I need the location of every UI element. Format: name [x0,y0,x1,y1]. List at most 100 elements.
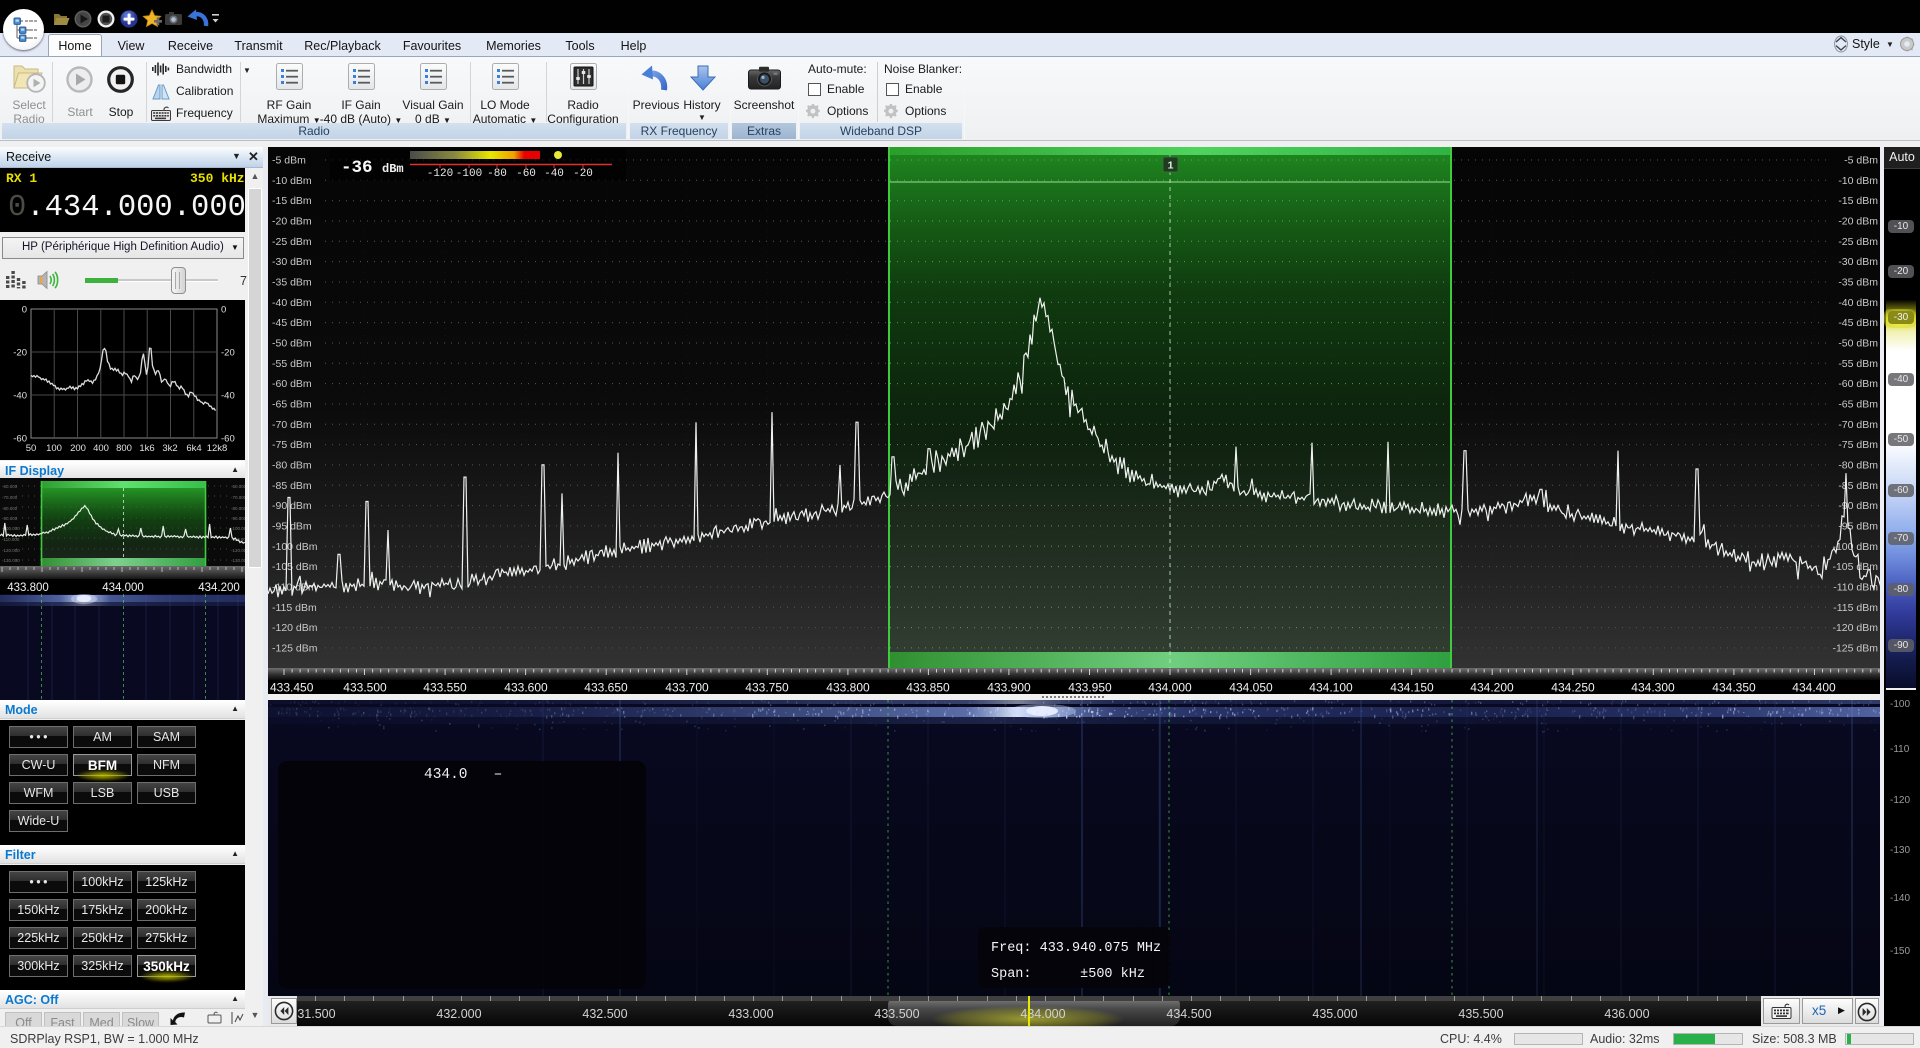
svg-text:6k4: 6k4 [186,443,201,454]
svg-text:-105 dBm: -105 dBm [1832,561,1878,573]
svg-text:-40: -40 [13,391,27,402]
svg-text:-50 dBm: -50 dBm [1838,338,1878,350]
svg-text:-40 dBm: -40 dBm [272,297,312,309]
svg-text:-25 dBm: -25 dBm [1838,236,1878,248]
svg-text:-95 dBm: -95 dBm [1838,520,1878,532]
svg-text:433.800: 433.800 [826,681,870,695]
svg-text:-80 dBm: -80 dBm [1838,459,1878,471]
svg-text:-125 dBm: -125 dBm [272,642,318,654]
svg-text:434.400: 434.400 [1792,681,1836,695]
svg-text:0: 0 [221,305,226,316]
svg-text:-90.000: -90.000 [2,516,18,521]
svg-text:-5 dBm: -5 dBm [1844,155,1878,167]
svg-text:-100: -100 [456,168,482,180]
svg-text:434.000: 434.000 [102,582,144,594]
svg-text:-25 dBm: -25 dBm [272,236,312,248]
svg-text:-100.000: -100.000 [231,526,245,531]
svg-text:-75 dBm: -75 dBm [272,439,312,451]
svg-text:400: 400 [93,443,109,454]
svg-text:433.600: 433.600 [504,681,548,695]
svg-text:-40: -40 [221,391,235,402]
svg-text:433.450: 433.450 [270,681,314,695]
svg-text:-60 dBm: -60 dBm [1838,378,1878,390]
svg-text:50: 50 [26,443,37,454]
svg-text:-20: -20 [13,348,27,359]
svg-text:434.050: 434.050 [1229,681,1273,695]
svg-text:-15 dBm: -15 dBm [272,195,312,207]
svg-text:-105 dBm: -105 dBm [272,561,318,573]
svg-text:-130.000: -130.000 [2,558,20,563]
svg-text:-80 dBm: -80 dBm [272,459,312,471]
svg-text:-55 dBm: -55 dBm [1838,358,1878,370]
svg-text:-15 dBm: -15 dBm [1838,195,1878,207]
svg-text:-80.000: -80.000 [2,506,18,511]
svg-text:-120 dBm: -120 dBm [272,622,318,634]
svg-text:-60.000: -60.000 [231,484,245,489]
svg-text:434.200: 434.200 [198,582,240,594]
svg-text:-120: -120 [427,168,453,180]
svg-text:-40 dBm: -40 dBm [1838,297,1878,309]
svg-text:1k6: 1k6 [139,443,154,454]
svg-text:433.900: 433.900 [987,681,1031,695]
svg-text:434.0 –: 434.0 – [424,767,502,783]
svg-text:433.750: 433.750 [745,681,789,695]
svg-text:434.250: 434.250 [1551,681,1595,695]
svg-text:-70.000: -70.000 [2,495,18,500]
svg-text:800: 800 [116,443,132,454]
svg-text:433.650: 433.650 [584,681,628,695]
svg-text:-45 dBm: -45 dBm [272,317,312,329]
svg-text:-120 dBm: -120 dBm [1832,622,1878,634]
svg-text:434.350: 434.350 [1712,681,1756,695]
svg-text:-115 dBm: -115 dBm [1833,602,1878,614]
svg-text:3k2: 3k2 [162,443,177,454]
svg-text:433.700: 433.700 [665,681,709,695]
svg-text:434.200: 434.200 [1470,681,1514,695]
svg-text:200: 200 [70,443,86,454]
svg-text:433.800: 433.800 [7,582,49,594]
svg-text:-120.000: -120.000 [231,548,245,553]
svg-text:-65 dBm: -65 dBm [272,399,312,411]
svg-text:-60.000: -60.000 [2,484,18,489]
svg-text:-95 dBm: -95 dBm [272,520,312,532]
svg-text:434.150: 434.150 [1390,681,1434,695]
svg-text:Span: ±500 kHz: Span: ±500 kHz [991,967,1145,982]
svg-text:-30 dBm: -30 dBm [272,256,312,268]
svg-text:-20 dBm: -20 dBm [272,216,312,228]
svg-text:-115 dBm: -115 dBm [272,602,317,614]
svg-text:434.000: 434.000 [1148,681,1192,695]
svg-text:dBm: dBm [382,162,404,176]
svg-text:433.850: 433.850 [906,681,950,695]
svg-text:-130.000: -130.000 [231,558,245,563]
svg-text:-50 dBm: -50 dBm [272,338,312,350]
svg-text:-65 dBm: -65 dBm [1838,399,1878,411]
svg-text:433.500: 433.500 [343,681,387,695]
svg-text:434.100: 434.100 [1309,681,1353,695]
svg-text:Freq: 433.940.075 MHz: Freq: 433.940.075 MHz [991,941,1161,956]
svg-text:-35 dBm: -35 dBm [272,277,312,289]
svg-text:-60 dBm: -60 dBm [272,378,312,390]
svg-text:-20 dBm: -20 dBm [1838,216,1878,228]
svg-text:12k8: 12k8 [207,443,228,454]
svg-text:-75 dBm: -75 dBm [1838,439,1878,451]
svg-text:433.550: 433.550 [423,681,467,695]
svg-text:-20: -20 [573,168,593,180]
svg-text:-70 dBm: -70 dBm [272,419,312,431]
svg-text:-85 dBm: -85 dBm [272,480,312,492]
svg-text:-30 dBm: -30 dBm [1838,256,1878,268]
svg-text:-35 dBm: -35 dBm [1838,277,1878,289]
svg-text:-36: -36 [341,158,373,178]
svg-text:-120.000: -120.000 [2,548,20,553]
svg-text:-70 dBm: -70 dBm [1838,419,1878,431]
svg-text:-5 dBm: -5 dBm [272,155,306,167]
svg-text:-90.000: -90.000 [231,516,245,521]
svg-text:-90 dBm: -90 dBm [272,500,312,512]
svg-text:-85 dBm: -85 dBm [1838,480,1878,492]
svg-text:-10 dBm: -10 dBm [272,175,312,187]
svg-text:433.950: 433.950 [1068,681,1112,695]
svg-text:100: 100 [46,443,62,454]
svg-text:-80: -80 [487,168,507,180]
svg-text:-20: -20 [221,348,235,359]
svg-text:-55 dBm: -55 dBm [272,358,312,370]
svg-text:434.300: 434.300 [1631,681,1675,695]
svg-text:-80.000: -80.000 [231,506,245,511]
